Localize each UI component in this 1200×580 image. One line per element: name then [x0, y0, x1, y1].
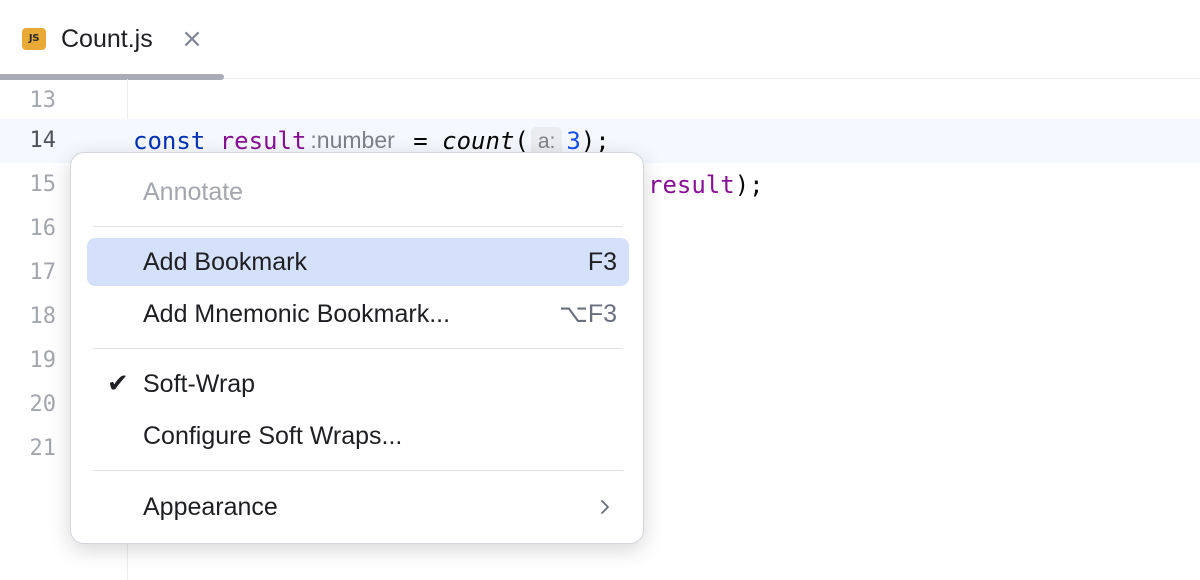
line-number[interactable]: 15: [0, 163, 57, 207]
menu-item-label: Annotate: [143, 178, 244, 206]
menu-separator: [93, 226, 623, 227]
menu-separator: [93, 348, 623, 349]
menu-item-annotate: Annotate: [87, 168, 629, 216]
menu-item-label: Configure Soft Wraps...: [143, 422, 403, 450]
line-number[interactable]: 17: [0, 251, 57, 295]
tab-count-js[interactable]: JS Count.js ×: [0, 0, 224, 80]
menu-item-configure-soft-wraps[interactable]: Configure Soft Wraps...: [87, 412, 629, 460]
line-number[interactable]: 13: [0, 79, 57, 123]
paren-token: (: [514, 127, 529, 155]
number-token: 3: [566, 127, 581, 155]
menu-item-label: Add Mnemonic Bookmark...: [143, 300, 451, 328]
variable-token: result: [648, 171, 735, 199]
line-number[interactable]: 14: [0, 119, 57, 163]
line-number[interactable]: 20: [0, 383, 57, 427]
checkmark-icon: ✔: [107, 369, 129, 399]
code-text[interactable]: result);: [648, 163, 764, 207]
paren-token: );: [580, 127, 610, 155]
menu-item-shortcut: F3: [587, 248, 617, 276]
menu-item-appearance[interactable]: Appearance: [87, 483, 629, 531]
line-number[interactable]: 16: [0, 207, 57, 251]
menu-item-label: Soft-Wrap: [143, 370, 256, 398]
tab-title: Count.js: [61, 25, 153, 53]
editor-tab-bar: JS Count.js ×: [0, 0, 1200, 80]
menu-item-label: Add Bookmark: [143, 248, 307, 276]
menu-item-soft-wrap[interactable]: ✔ Soft-Wrap: [87, 360, 629, 408]
line-number[interactable]: 18: [0, 295, 57, 339]
gutter-context-menu: Annotate Add Bookmark F3 Add Mnemonic Bo…: [70, 152, 644, 544]
type-inlay-hint[interactable]: :number: [306, 126, 398, 154]
menu-item-add-bookmark[interactable]: Add Bookmark F3: [87, 238, 629, 286]
operator-token: =: [398, 127, 443, 155]
menu-item-label: Appearance: [143, 493, 278, 521]
paren-token: );: [734, 171, 764, 199]
menu-separator: [93, 470, 623, 471]
variable-token: result: [219, 127, 307, 155]
menu-item-add-mnemonic-bookmark[interactable]: Add Mnemonic Bookmark... ⌥F3: [87, 290, 629, 338]
function-token: count: [442, 127, 515, 155]
line-number[interactable]: 21: [0, 427, 57, 471]
chevron-right-icon: [601, 500, 609, 514]
close-icon[interactable]: ×: [180, 25, 204, 53]
code-line: 13: [0, 79, 1200, 123]
keyword-token: const: [133, 127, 206, 155]
line-number[interactable]: 19: [0, 339, 57, 383]
javascript-file-icon: JS: [22, 28, 46, 50]
menu-item-shortcut: ⌥F3: [559, 300, 617, 328]
